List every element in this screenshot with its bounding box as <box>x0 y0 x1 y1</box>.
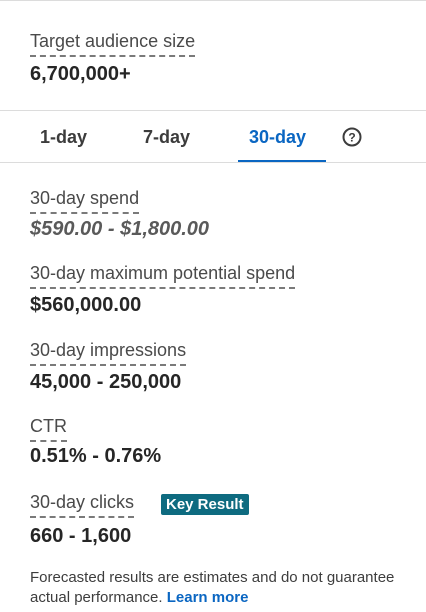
ctr-value: 0.51% - 0.76% <box>30 445 162 467</box>
max-spend-label[interactable]: 30-day maximum potential spend <box>30 262 296 289</box>
impressions-label[interactable]: 30-day impressions <box>30 339 187 366</box>
clicks-value: 660 - 1,600 <box>30 525 132 547</box>
learn-more-link[interactable]: Learn more <box>167 589 249 606</box>
max-spend-value: $560,000.00 <box>30 294 142 316</box>
forecast-disclaimer: Forecasted results are estimates and do … <box>30 568 400 608</box>
spend-label[interactable]: 30-day spend <box>30 187 140 214</box>
key-result-badge: Key Result <box>161 494 249 515</box>
tab-30-day[interactable]: 30-day <box>249 125 306 149</box>
tab-1-day[interactable]: 1-day <box>40 125 87 149</box>
audience-size-value: 6,700,000+ <box>30 63 131 85</box>
ctr-label[interactable]: CTR <box>30 415 67 442</box>
tab-7-day[interactable]: 7-day <box>143 125 190 149</box>
audience-size-label[interactable]: Target audience size <box>30 30 196 57</box>
clicks-label[interactable]: 30-day clicks <box>30 491 135 518</box>
impressions-value: 45,000 - 250,000 <box>30 371 182 393</box>
question-circle-icon[interactable]: ? <box>342 127 362 147</box>
tabs-bottom-divider <box>0 162 426 163</box>
spend-value: $590.00 - $1,800.00 <box>30 218 210 240</box>
top-divider <box>0 0 426 1</box>
svg-text:?: ? <box>348 131 355 145</box>
tabs-top-divider <box>0 110 426 111</box>
